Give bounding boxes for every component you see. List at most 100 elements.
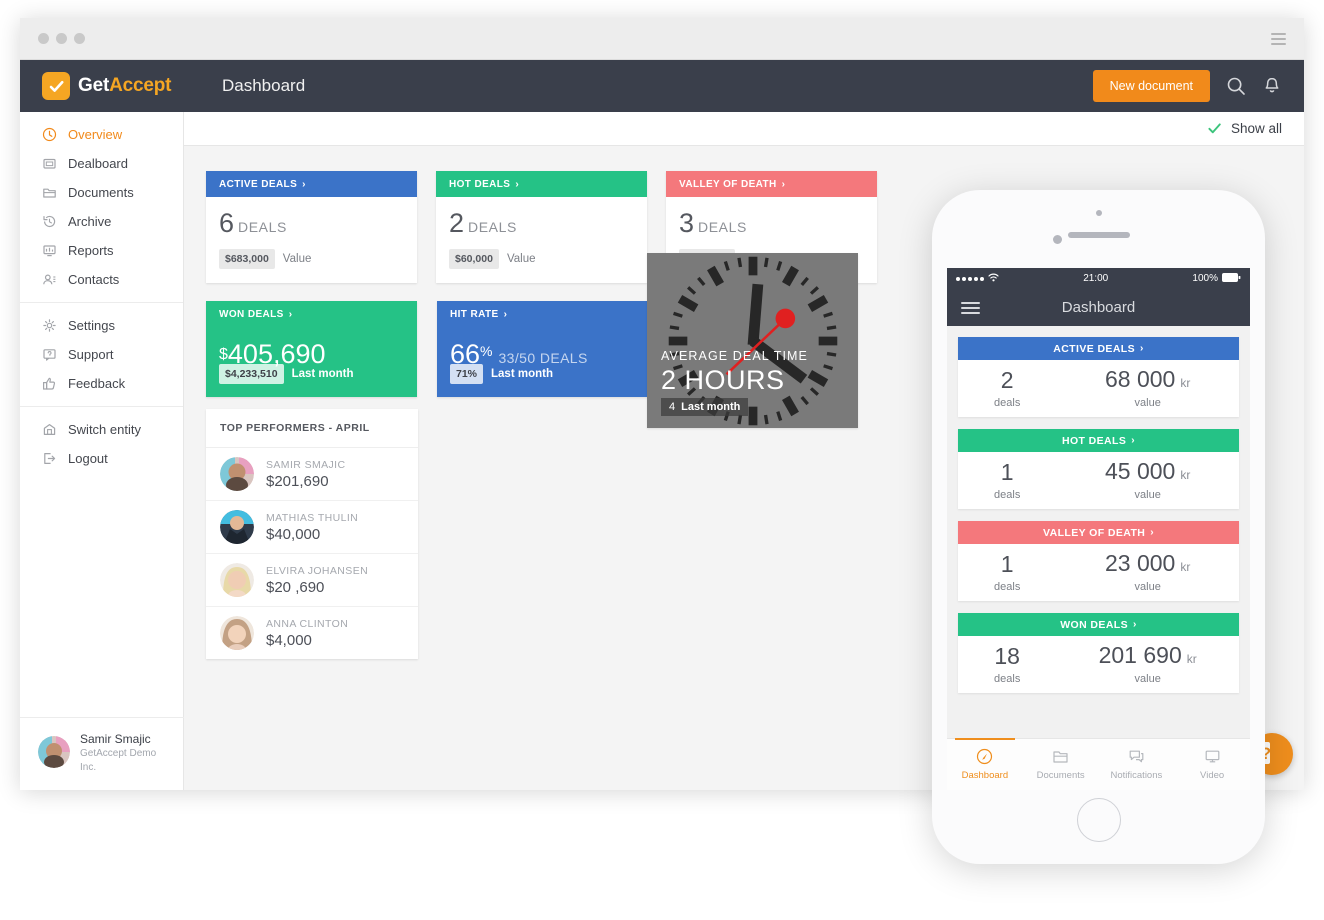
performer-value: $40,000 [266, 525, 321, 543]
phone-battery-percent: 100% [1192, 273, 1218, 284]
chevron-right-icon: › [288, 308, 293, 320]
phone-card-valley-of-death[interactable]: VALLEY OF DEATH › 1 deals 23 000 kr value [958, 521, 1239, 601]
clock-value: 2 HOURS [661, 365, 785, 395]
card-average-deal-time[interactable]: AVERAGE DEAL TIME 2 HOURS 4 Last month [647, 253, 858, 428]
card-subline: $4,233,510 Last month [219, 364, 354, 384]
sidebar-item-logout[interactable]: Logout [20, 444, 183, 473]
search-icon[interactable] [1226, 76, 1246, 96]
browser-titlebar [20, 18, 1304, 60]
brand-logo[interactable]: GetAccept [20, 60, 184, 112]
phone-card-header[interactable]: WON DEALS › [958, 613, 1239, 636]
chevron-right-icon: › [1150, 527, 1154, 538]
hamburger-icon[interactable] [961, 301, 980, 314]
chevron-right-icon: › [1140, 343, 1144, 354]
browser-menu-icon[interactable] [1271, 32, 1286, 45]
phone-card-title: HOT DEALS [1061, 434, 1127, 447]
window-maximize-dot[interactable] [74, 33, 85, 44]
card-won-deals[interactable]: WON DEALS › $405,690 $4,233,510 Last mont… [206, 301, 417, 397]
sidebar-item-label: Contacts [68, 272, 120, 287]
performer-row[interactable]: ANNA CLINTON $4,000 [206, 607, 418, 659]
sidebar-item-label: Archive [68, 214, 112, 229]
top-performers-title: TOP PERFORMERS - APRIL [206, 409, 418, 448]
currency-symbol: $ [219, 346, 228, 363]
phone-deals-count: 1 [1000, 458, 1014, 485]
phone-card-won-deals[interactable]: WON DEALS › 18 deals 201 690 kr value [958, 613, 1239, 693]
phone-camera [1053, 235, 1062, 244]
wifi-icon [988, 273, 999, 285]
card-header[interactable]: ACTIVE DEALS › [206, 171, 417, 197]
new-document-button[interactable]: New document [1092, 70, 1210, 102]
user-org: GetAccept Demo Inc. [80, 748, 157, 773]
phone-tab-notifications[interactable]: Notifications [1099, 739, 1175, 790]
window-close-dot[interactable] [38, 33, 49, 44]
sidebar-item-label: Settings [68, 318, 115, 333]
card-subline: $60,000 Value [449, 249, 634, 269]
sidebar-user-profile[interactable]: Samir Smajic GetAccept Demo Inc. [20, 716, 184, 790]
phone-card-header[interactable]: VALLEY OF DEATH › [958, 521, 1239, 544]
phone-deals-label: deals [994, 672, 1021, 685]
sidebar-item-switch-entity[interactable]: Switch entity [20, 415, 183, 444]
sidebar-item-label: Switch entity [68, 422, 141, 437]
window-controls[interactable] [38, 33, 85, 44]
sidebar-group-account: Switch entity Logout [20, 406, 183, 481]
header-actions: New document [1092, 70, 1304, 102]
phone-card-header[interactable]: HOT DEALS › [958, 429, 1239, 452]
logout-icon [42, 451, 57, 466]
card-title: HIT RATE [450, 308, 499, 320]
phone-card-hot-deals[interactable]: HOT DEALS › 1 deals 45 000 kr value [958, 429, 1239, 509]
sidebar-item-label: Support [68, 347, 114, 362]
card-header[interactable]: HOT DEALS › [436, 171, 647, 197]
performer-row[interactable]: MATHIAS THULIN $40,000 [206, 501, 418, 554]
clock-icon [42, 127, 57, 142]
phone-tab-dashboard[interactable]: Dashboard [947, 738, 1023, 790]
phone-deals-label: deals [994, 580, 1021, 593]
phone-navbar: Dashboard [947, 289, 1250, 326]
board-icon [42, 156, 57, 171]
sidebar-item-overview[interactable]: Overview [20, 120, 183, 149]
sidebar-item-archive[interactable]: Archive [20, 207, 183, 236]
contacts-icon [42, 272, 57, 287]
sidebar-item-feedback[interactable]: Feedback [20, 369, 183, 398]
card-header[interactable]: HIT RATE › [437, 301, 648, 327]
card-active-deals[interactable]: ACTIVE DEALS › 6 DEALS $683,000 Value [206, 171, 417, 283]
card-hot-deals[interactable]: HOT DEALS › 2 DEALS $60,000 Value [436, 171, 647, 283]
chevron-right-icon: › [503, 308, 508, 320]
percent-symbol: % [480, 343, 493, 359]
show-all-label: Show all [1230, 121, 1282, 136]
performer-row[interactable]: ELVIRA JOHANSEN $20 ,690 [206, 554, 418, 607]
phone-home-button[interactable] [1076, 798, 1121, 842]
performer-name: ANNA CLINTON [266, 617, 349, 630]
avatar [220, 616, 254, 650]
sidebar-item-dealboard[interactable]: Dealboard [20, 149, 183, 178]
sidebar-group-main: Overview Dealboard Documents Archive Rep… [20, 112, 183, 302]
sidebar-item-label: Logout [68, 451, 108, 466]
sidebar-item-label: Reports [68, 243, 114, 258]
sidebar-item-contacts[interactable]: Contacts [20, 265, 183, 294]
phone-card-header[interactable]: ACTIVE DEALS › [958, 337, 1239, 360]
phone-card-active-deals[interactable]: ACTIVE DEALS › 2 deals 68 000 kr value [958, 337, 1239, 417]
phone-deals-count: 2 [1000, 366, 1014, 393]
phone-value-label: value [1134, 673, 1161, 685]
sidebar-item-reports[interactable]: Reports [20, 236, 183, 265]
performer-row[interactable]: SAMIR SMAJIC $201,690 [206, 448, 418, 501]
sidebar-item-support[interactable]: Support [20, 340, 183, 369]
phone-page-title: Dashboard [1061, 299, 1136, 316]
card-header[interactable]: VALLEY OF DEATH › [666, 171, 877, 197]
performer-value: $201,690 [266, 472, 329, 490]
phone-tab-documents[interactable]: Documents [1023, 739, 1099, 790]
window-minimize-dot[interactable] [56, 33, 67, 44]
sidebar-item-settings[interactable]: Settings [20, 311, 183, 340]
performer-value: $4,000 [266, 631, 312, 649]
phone-deals-label: deals [994, 396, 1021, 409]
card-hit-rate[interactable]: HIT RATE › 66% 33/50 DEALS 71% Last month [437, 301, 648, 397]
show-all-toggle[interactable]: Show all [1207, 121, 1282, 136]
screenshot-root: GetAccept Dashboard New document Overvie… [0, 0, 1324, 920]
card-header[interactable]: WON DEALS › [206, 301, 417, 327]
bell-icon[interactable] [1262, 76, 1282, 96]
phone-tab-video[interactable]: Video [1174, 739, 1250, 790]
sidebar-item-documents[interactable]: Documents [20, 178, 183, 207]
card-sub-label: Value [282, 253, 312, 265]
avatar [220, 457, 254, 491]
phone-card-title: ACTIVE DEALS [1053, 342, 1136, 355]
folder-icon [42, 185, 57, 200]
